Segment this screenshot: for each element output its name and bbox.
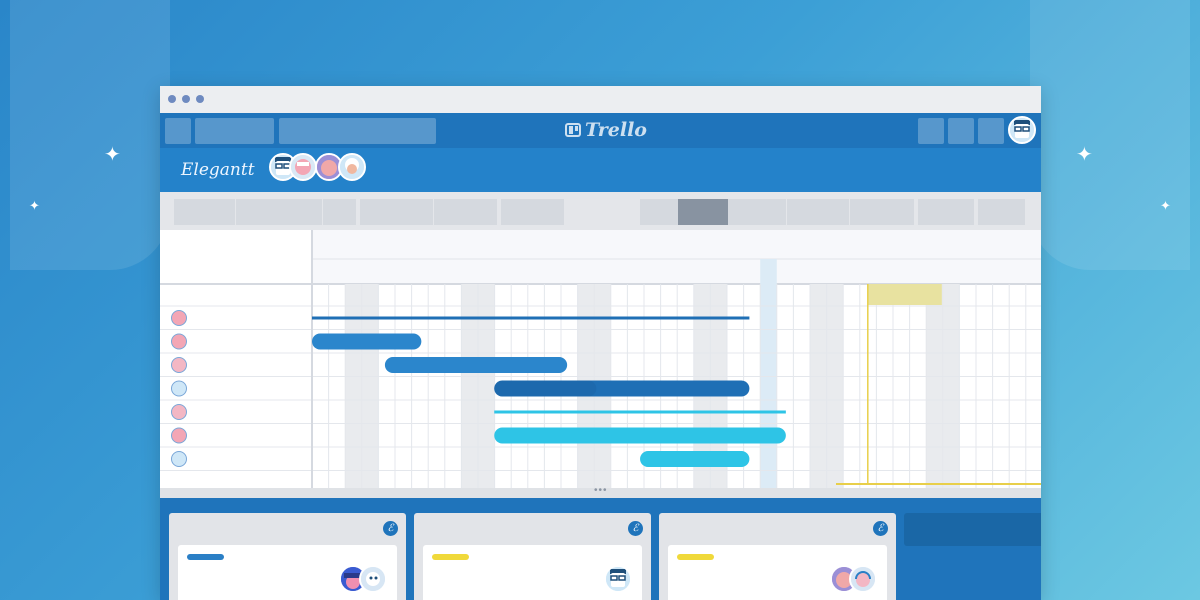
glasses-man-avatar [171, 380, 187, 397]
trello-logo-text: Trello [585, 119, 647, 141]
pink-woman-avatar [291, 155, 315, 179]
background-shape-left [10, 0, 170, 270]
toolbar-divider [322, 199, 323, 225]
trello-list: ℰ [169, 513, 406, 600]
gantt-chart [160, 230, 1041, 488]
trello-header: Trello [160, 113, 1041, 148]
weekend-column [826, 284, 844, 488]
search-input[interactable] [279, 118, 436, 144]
sparkle-icon: ✦ [1160, 199, 1171, 214]
trello-lists: ℰ ℰ ℰ [160, 498, 1041, 600]
deadline-highlight [867, 284, 942, 305]
white-hair-man-avatar [340, 155, 364, 179]
card-label [677, 554, 714, 560]
elegantt-icon[interactable]: ℰ [873, 521, 888, 536]
toolbar-button[interactable] [918, 199, 974, 225]
trello-board-icon [565, 123, 581, 137]
weekend-column [942, 284, 960, 488]
board-title[interactable]: Elegantt [181, 160, 255, 180]
headset-person-avatar [171, 357, 187, 373]
toolbar-button[interactable] [501, 199, 564, 225]
profile-avatar[interactable] [1008, 116, 1036, 144]
weekend-column [345, 284, 362, 488]
card-label [432, 554, 469, 560]
glasses-man-avatar [171, 451, 187, 467]
toolbar-button-group[interactable] [360, 199, 497, 225]
headset-person-avatar [171, 404, 187, 420]
toolbar-divider [849, 199, 850, 225]
background-shape-right [1030, 0, 1190, 270]
boards-button[interactable] [165, 118, 191, 144]
trello-card[interactable] [668, 545, 887, 600]
sparkle-icon: ✦ [104, 142, 121, 166]
sparkle-icon: ✦ [29, 199, 40, 214]
robot-avatar[interactable] [359, 565, 387, 593]
card-label [187, 554, 224, 560]
boards-menu-button[interactable] [195, 118, 274, 144]
browser-window: Trello Elegantt ••• ℰ ℰ ℰ [160, 86, 1041, 600]
pink-woman-avatar [171, 333, 187, 350]
toolbar-divider [786, 199, 787, 225]
glasses-man-avatar [1010, 118, 1034, 142]
member-avatar[interactable] [338, 153, 366, 181]
today-column [760, 259, 777, 488]
trello-list: ℰ [659, 513, 896, 600]
gantt-bar [384, 357, 568, 373]
glasses-man-avatar[interactable] [604, 565, 632, 593]
window-dot[interactable] [196, 95, 204, 103]
pink-woman-avatar [171, 427, 187, 444]
toolbar-button[interactable] [978, 199, 1025, 225]
weekend-column [810, 284, 827, 488]
member-avatar[interactable] [289, 153, 317, 181]
gantt-toolbar [160, 192, 1041, 230]
notifications-button[interactable] [978, 118, 1004, 144]
timeline-header [312, 230, 1041, 284]
trello-card[interactable] [423, 545, 642, 600]
add-list-button[interactable] [904, 513, 1041, 546]
add-button[interactable] [918, 118, 944, 144]
panel-splitter[interactable]: ••• [160, 485, 1041, 498]
window-dot[interactable] [168, 95, 176, 103]
toolbar-divider [235, 199, 236, 225]
sparkle-icon: ✦ [1076, 142, 1093, 166]
weekend-column [926, 284, 943, 488]
gantt-bar [494, 427, 786, 444]
weekend-column [461, 284, 478, 488]
window-dot[interactable] [182, 95, 190, 103]
trello-list: ℰ [414, 513, 651, 600]
gantt-bar [640, 451, 750, 467]
gantt-bar [312, 333, 422, 350]
board-header: Elegantt [160, 148, 1041, 192]
zoom-button-selected[interactable] [678, 199, 728, 225]
elegantt-icon[interactable]: ℰ [383, 521, 398, 536]
toolbar-divider [433, 199, 434, 225]
toolbar-button-group[interactable] [174, 199, 356, 225]
elegantt-icon[interactable]: ℰ [628, 521, 643, 536]
info-button[interactable] [948, 118, 974, 144]
gantt-thin-bar [494, 410, 786, 414]
trello-logo: Trello [565, 119, 647, 141]
headset-person-avatar[interactable] [849, 565, 877, 593]
gantt-thin-bar [312, 316, 750, 320]
weekend-column [478, 284, 495, 488]
weekend-column [361, 284, 379, 488]
gantt-grid [160, 230, 1041, 488]
window-titlebar [160, 86, 1041, 113]
pink-woman-avatar [171, 310, 187, 326]
gantt-bar-progress [494, 380, 597, 397]
trello-card[interactable] [178, 545, 397, 600]
